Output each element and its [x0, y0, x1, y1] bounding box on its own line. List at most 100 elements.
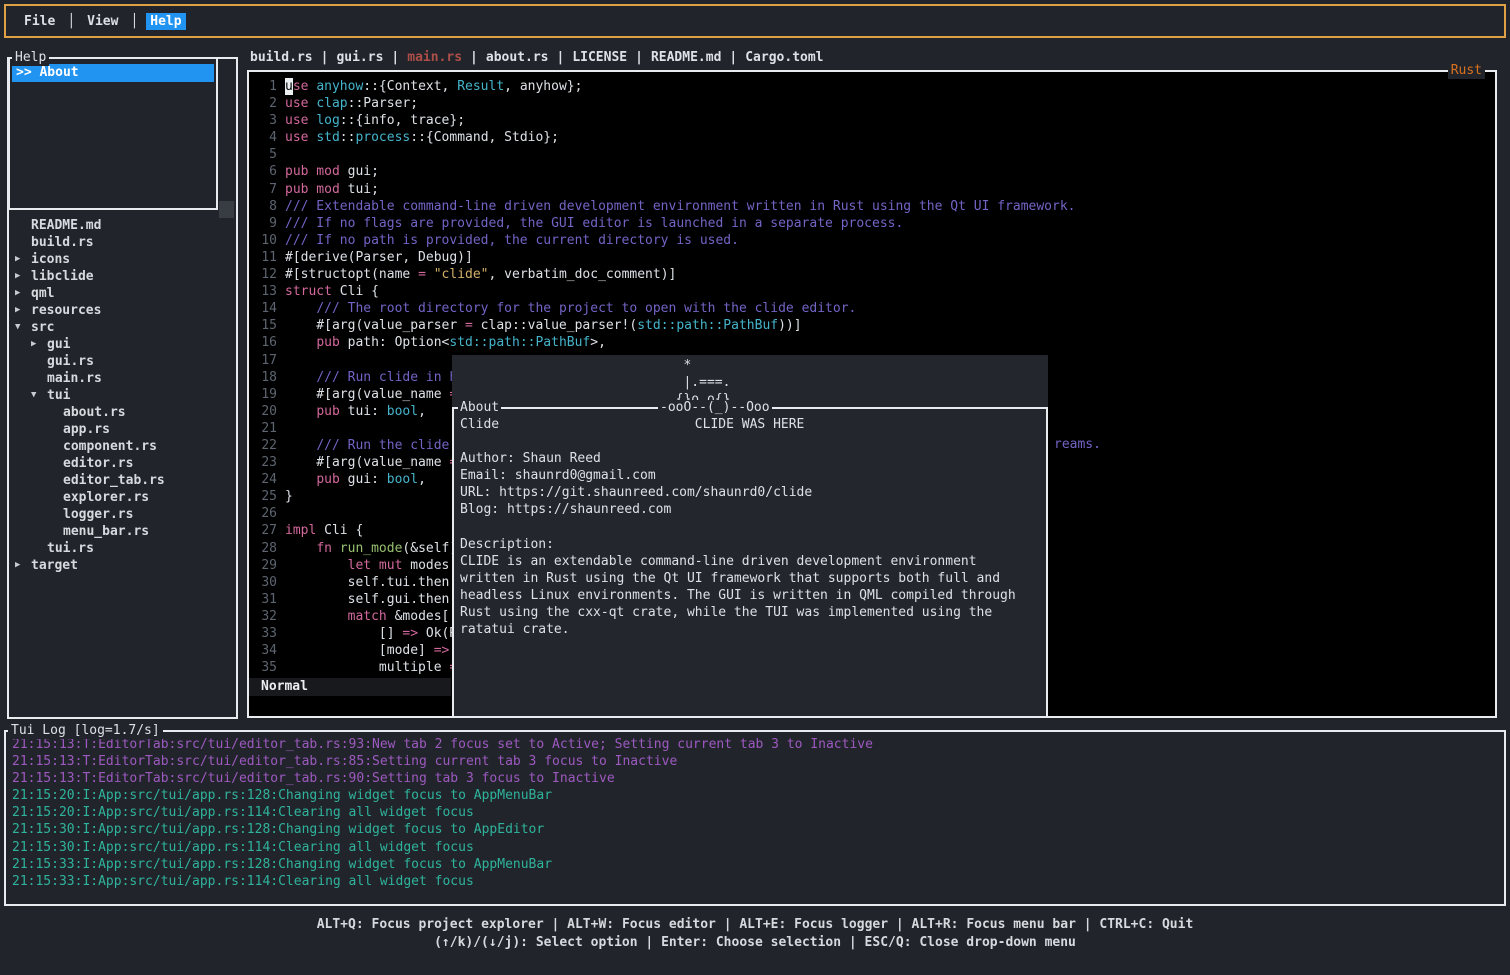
code-line-2[interactable]: 2use clap::Parser;	[253, 95, 1495, 112]
tab-main-rs[interactable]: main.rs	[407, 50, 462, 65]
line-number: 26	[253, 505, 277, 522]
tab-cargo-toml[interactable]: Cargo.toml	[745, 50, 823, 65]
code-line-13[interactable]: 13struct Cli {	[253, 283, 1495, 300]
tab-gui-rs[interactable]: gui.rs	[336, 50, 383, 65]
code-token	[308, 95, 316, 112]
code-line-5[interactable]: 5	[253, 146, 1495, 163]
line-number: 10	[253, 232, 277, 249]
code-line-11[interactable]: 11#[derive(Parser, Debug)]	[253, 249, 1495, 266]
tree-item-component-rs[interactable]: component.rs	[9, 438, 236, 455]
menu-item-help[interactable]: Help	[146, 13, 185, 30]
code-line-1[interactable]: 1use anyhow::{Context, Result, anyhow};	[253, 78, 1495, 95]
tree-item-libclide[interactable]: ▶libclide	[9, 268, 236, 285]
tree-item-about-rs[interactable]: about.rs	[9, 404, 236, 421]
chevron-expanded-icon[interactable]: ▼	[15, 319, 31, 336]
code-token: pub mod	[285, 181, 340, 198]
code-line-4[interactable]: 4use std::process::{Command, Stdio};	[253, 129, 1495, 146]
tab-license[interactable]: LICENSE	[572, 50, 627, 65]
tree-item-readme-md[interactable]: README.md	[9, 217, 236, 234]
code-line-7[interactable]: 7pub mod tui;	[253, 181, 1495, 198]
line-number: 5	[253, 146, 277, 163]
code-token: impl	[285, 522, 316, 539]
code-token	[285, 300, 316, 317]
tab-separator: |	[391, 50, 399, 65]
code-token	[285, 557, 348, 574]
chevron-collapsed-icon[interactable]: ▶	[15, 557, 31, 574]
code-line-10[interactable]: 10/// If no path is provided, the curren…	[253, 232, 1495, 249]
line-number: 1	[253, 78, 277, 95]
code-token: let mut	[348, 557, 403, 574]
code-token: /// Run the clide	[316, 437, 449, 454]
line-number: 29	[253, 557, 277, 574]
line-number: 30	[253, 574, 277, 591]
tree-item-tui-rs[interactable]: tui.rs	[9, 540, 236, 557]
tree-item-target[interactable]: ▶target	[9, 557, 236, 574]
tree-item-menu-bar-rs[interactable]: menu_bar.rs	[9, 523, 236, 540]
code-line-16[interactable]: 16 pub path: Option<std::path::PathBuf>,	[253, 334, 1495, 351]
code-line-9[interactable]: 9/// If no flags are provided, the GUI e…	[253, 215, 1495, 232]
code-line-12[interactable]: 12#[structopt(name = "clide", verbatim_d…	[253, 266, 1495, 283]
code-line-6[interactable]: 6pub mod gui;	[253, 163, 1495, 180]
code-token: process	[355, 129, 410, 146]
code-line-3[interactable]: 3use log::{info, trace};	[253, 112, 1495, 129]
tui-log-panel[interactable]: Tui Log [log=1.7/s] 21:15:13:T:EditorTab…	[4, 730, 1506, 906]
tree-item-build-rs[interactable]: build.rs	[9, 234, 236, 251]
menu-bar: File│View│Help	[4, 4, 1506, 38]
tab-build-rs[interactable]: build.rs	[250, 50, 313, 65]
tree-item-editor-rs[interactable]: editor.rs	[9, 455, 236, 472]
tree-item-app-rs[interactable]: app.rs	[9, 421, 236, 438]
tree-arrow-spacer	[47, 489, 63, 506]
tree-item-qml[interactable]: ▶qml	[9, 285, 236, 302]
code-token: self.gui.then(	[285, 591, 457, 608]
code-line-14[interactable]: 14 /// The root directory for the projec…	[253, 300, 1495, 317]
tree-item-explorer-rs[interactable]: explorer.rs	[9, 489, 236, 506]
code-line-8[interactable]: 8/// Extendable command-line driven deve…	[253, 198, 1495, 215]
help-option-about[interactable]: >> About	[12, 64, 214, 82]
tree-item-label: tui.rs	[47, 540, 94, 557]
line-number: 23	[253, 454, 277, 471]
code-line-15[interactable]: 15 #[arg(value_parser = clap::value_pars…	[253, 317, 1495, 334]
code-token	[308, 78, 316, 95]
code-token: #[arg(value_name	[285, 454, 449, 471]
code-token	[285, 540, 316, 557]
file-tree: README.mdbuild.rs▶icons▶libclide▶qml▶res…	[9, 217, 236, 574]
chevron-collapsed-icon[interactable]: ▶	[15, 251, 31, 268]
tree-item-gui[interactable]: ▶gui	[9, 336, 236, 353]
code-token: gui;	[340, 163, 379, 180]
tree-item-logger-rs[interactable]: logger.rs	[9, 506, 236, 523]
code-token: anyhow	[316, 78, 363, 95]
code-token: ,	[418, 471, 426, 488]
tree-item-icons[interactable]: ▶icons	[9, 251, 236, 268]
code-token: multiple	[285, 659, 449, 676]
code-token: std	[316, 129, 339, 146]
menu-item-file[interactable]: File	[20, 13, 59, 30]
log-entry-trace: 21:15:13:T:EditorTab:src/tui/editor_tab.…	[12, 753, 1504, 770]
tree-item-resources[interactable]: ▶resources	[9, 302, 236, 319]
chevron-collapsed-icon[interactable]: ▶	[15, 268, 31, 285]
tree-item-src[interactable]: ▼src	[9, 319, 236, 336]
chevron-collapsed-icon[interactable]: ▶	[15, 302, 31, 319]
tree-item-editor-tab-rs[interactable]: editor_tab.rs	[9, 472, 236, 489]
code-token: =>	[402, 625, 418, 642]
chevron-expanded-icon[interactable]: ▼	[31, 387, 47, 404]
tree-arrow-spacer	[47, 438, 63, 455]
chevron-collapsed-icon[interactable]: ▶	[31, 336, 47, 353]
tab-separator: |	[321, 50, 329, 65]
code-token	[285, 369, 316, 386]
code-token	[285, 437, 316, 454]
code-token: =	[465, 317, 473, 334]
code-token: []	[285, 625, 402, 642]
about-popup-body: Clide CLIDE WAS HERE Author: Shaun Reed …	[454, 409, 1046, 638]
menu-item-view[interactable]: View	[83, 13, 122, 30]
tree-item-gui-rs[interactable]: gui.rs	[9, 353, 236, 370]
code-token: /// If no flags are provided, the GUI ed…	[285, 215, 903, 232]
tree-item-tui[interactable]: ▼tui	[9, 387, 236, 404]
code-token: #[arg(value_parser	[285, 317, 465, 334]
tab-about-rs[interactable]: about.rs	[486, 50, 549, 65]
tree-arrow-spacer	[15, 217, 31, 234]
code-token: modes	[402, 557, 449, 574]
tree-item-main-rs[interactable]: main.rs	[9, 370, 236, 387]
tab-readme-md[interactable]: README.md	[651, 50, 721, 65]
scrollbar-thumb[interactable]	[219, 201, 234, 218]
chevron-collapsed-icon[interactable]: ▶	[15, 285, 31, 302]
